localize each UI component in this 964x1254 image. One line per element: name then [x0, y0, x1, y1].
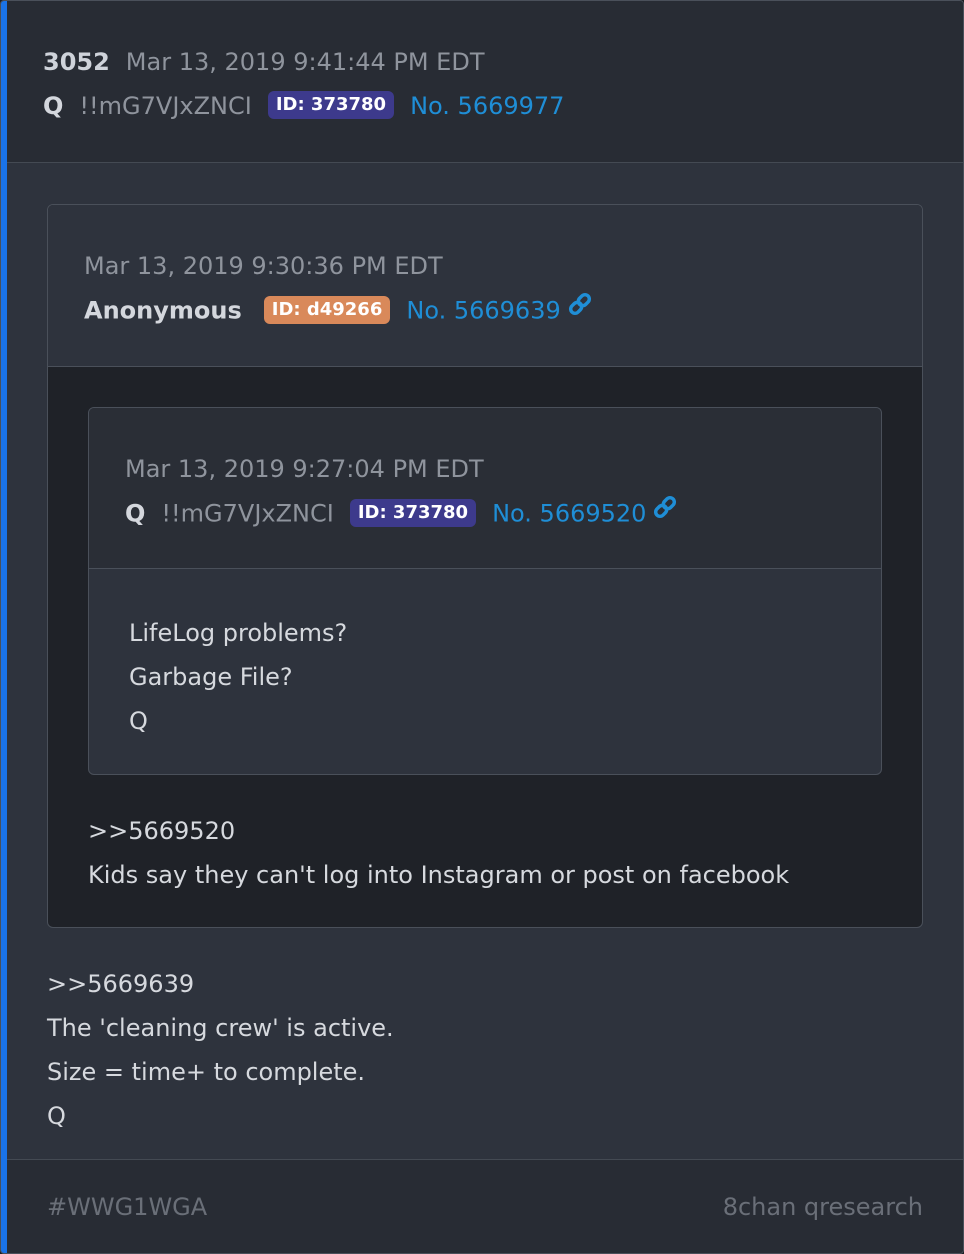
post-card: 3052 Mar 13, 2019 9:41:44 PM EDT Q !!mG7VJ…: [0, 0, 964, 1254]
chain-link-icon[interactable]: [652, 494, 678, 527]
post-tripcode: !!mG7VJxZNCI: [79, 92, 252, 120]
id-badge: ID: 373780: [267, 91, 395, 119]
quoted-post-reply-link[interactable]: >>5669520: [88, 816, 235, 846]
quoted-post-header: Mar 13, 2019 9:30:36 PM EDT Anonymous ID:…: [48, 205, 922, 367]
nested-post-body-line: Garbage File?: [129, 663, 293, 691]
post-footer: #WWG1WGA 8chan qresearch: [7, 1159, 963, 1253]
quoted-post: Mar 13, 2019 9:30:36 PM EDT Anonymous ID:…: [47, 204, 923, 928]
nested-post-author: Q: [125, 499, 146, 528]
post-reply-link[interactable]: >>5669639: [47, 969, 194, 999]
nested-post-tripcode: !!mG7VJxZNCI: [161, 499, 334, 528]
id-badge: ID: 373780: [349, 498, 477, 527]
post-body-line: Size = time+ to complete.: [47, 1058, 366, 1086]
accent-bar: [1, 1, 7, 1253]
id-badge: ID: d49266: [263, 295, 391, 324]
nested-post-number-link[interactable]: No. 5669520: [492, 500, 646, 528]
quoted-post-body-line: Kids say they can't log into Instagram o…: [88, 861, 790, 889]
post-date: Mar 13, 2019 9:41:44 PM EDT: [125, 48, 485, 76]
chain-link-icon[interactable]: [567, 291, 593, 324]
post-header: 3052 Mar 13, 2019 9:41:44 PM EDT Q !!mG7VJ…: [7, 1, 963, 163]
nested-quoted-post-header: Mar 13, 2019 9:27:04 PM EDT Q !!mG7VJxZNC…: [89, 408, 881, 569]
post-number: 3052: [43, 48, 110, 76]
nested-post-body-line: LifeLog problems?: [129, 619, 348, 647]
quoted-post-date: Mar 13, 2019 9:30:36 PM EDT: [84, 252, 443, 280]
nested-post-date: Mar 13, 2019 9:27:04 PM EDT: [125, 455, 484, 483]
nested-quoted-post: Mar 13, 2019 9:27:04 PM EDT Q !!mG7VJxZNC…: [88, 407, 882, 775]
post-body-line: Q: [47, 1102, 66, 1130]
post-author: Q: [43, 92, 64, 120]
source-label: 8chan qresearch: [722, 1193, 923, 1221]
post-body-line: The 'cleaning crew' is active.: [47, 1014, 394, 1042]
nested-post-body-line: Q: [129, 707, 148, 735]
quoted-post-author: Anonymous: [84, 296, 242, 325]
hashtag: #WWG1WGA: [47, 1193, 208, 1221]
post-number-link[interactable]: No. 5669977: [410, 92, 564, 120]
quoted-post-number-link[interactable]: No. 5669639: [406, 297, 560, 325]
